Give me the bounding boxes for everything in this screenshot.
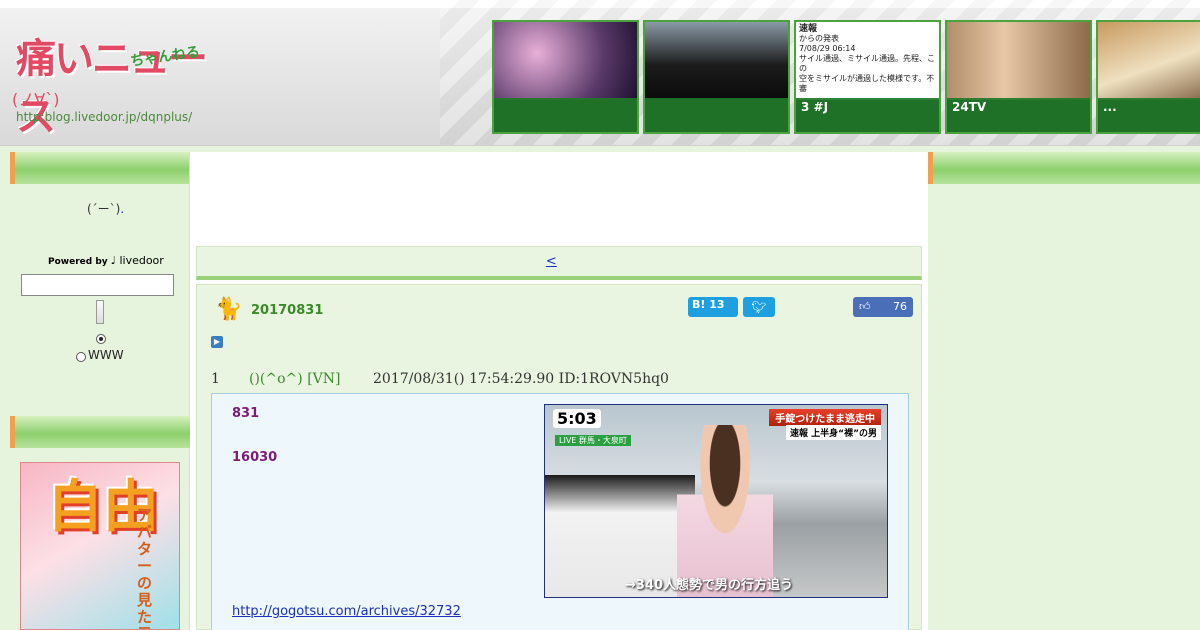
header-thumbnail[interactable]	[643, 20, 790, 134]
thumbnail-label	[645, 98, 788, 132]
radio-www-label: WWW	[88, 348, 124, 362]
reporter-image	[677, 425, 773, 597]
post-navigation: <	[196, 246, 922, 280]
thumbnail-image	[494, 22, 637, 100]
sidebar-section-header	[10, 152, 189, 184]
response-meta: 2017/08/31() 17:54:29.90 ID:1ROVN5hq0	[373, 371, 669, 387]
livedoor-logo-text: livedoor	[119, 254, 164, 267]
article: 🐈 20170831 B! 13 🐦︎ 👍︎ 76 ▶ 1 ()(^o^) [V…	[196, 284, 922, 630]
hatena-bookmark-button[interactable]: B! 13	[688, 297, 738, 317]
header-thumbnail[interactable]: 24TV	[945, 20, 1092, 134]
response-body: 831 16030 5:03 LIVE 群馬・大泉町 手錠つけたまま逃走中 速報…	[211, 393, 909, 630]
right-sidebar	[928, 152, 1200, 630]
news-live-badge: LIVE 群馬・大泉町	[555, 435, 631, 446]
site-header: 痛いニュース ちゃんねる (ノ∀`) http:blog.livedoor.jp…	[0, 0, 1200, 146]
twitter-icon: 🐦︎	[751, 300, 767, 314]
sidebar-ad-banner[interactable]: 自由 アバターの見た目	[20, 462, 180, 630]
face-icon-link[interactable]: .	[120, 202, 124, 216]
source-link[interactable]: http://gogotsu.com/archives/32732	[232, 604, 461, 619]
thumbnail-image-line: サイル通過、ミサイル通過。先程、この	[799, 54, 935, 73]
face-icon: (´ー`).	[87, 200, 124, 217]
sidebar-section-2	[10, 416, 190, 448]
header-thumbnail[interactable]: ...	[1096, 20, 1200, 134]
response-name: ()(^o^) [VN]	[249, 371, 341, 387]
powered-by-text: Powered by	[48, 257, 108, 267]
thumbnail-image-title: 速報	[799, 24, 818, 34]
radio-www-search[interactable]	[76, 352, 86, 362]
post-date: 20170831	[251, 303, 324, 318]
news-image[interactable]: 5:03 LIVE 群馬・大泉町 手錠つけたまま逃走中 速報 上半身“裸”の男 …	[544, 404, 888, 598]
hatena-count: 13	[709, 298, 725, 311]
thumbnail-label: 3 #J	[796, 98, 939, 132]
sidebar-section-header	[928, 152, 1200, 184]
thumbnail-image	[645, 22, 788, 100]
thumbnail-label: 24TV	[947, 98, 1090, 132]
thumbnail-image	[947, 22, 1090, 100]
search-button[interactable]	[96, 300, 104, 324]
header-thumbnail[interactable]	[492, 20, 639, 134]
banner-subtitle: アバターの見た目	[137, 506, 153, 630]
livedoor-logo[interactable]: ♩ livedoor	[111, 254, 164, 267]
powered-by-label: Powered by ♩ livedoor	[48, 254, 164, 267]
logo-face: (ノ∀`)	[12, 90, 60, 109]
left-sidebar: (´ー`). Powered by ♩ livedoor WWW 自由 アバター…	[10, 152, 190, 630]
header-thumbnail-strip: 速報 からの発表 7/08/29 06:14 サイル通過、ミサイル通過。先程、こ…	[492, 20, 1200, 134]
thumbnail-image	[1098, 22, 1200, 100]
thumbnail-label: ...	[1098, 98, 1200, 132]
like-button[interactable]: 👍︎ 76	[853, 297, 913, 317]
like-count: 76	[893, 300, 907, 313]
sidebar-section-header	[10, 416, 190, 448]
face-icon-glyph: (´ー`)	[87, 202, 121, 216]
thumbnail-image: 速報 からの発表 7/08/29 06:14 サイル通過、ミサイル通過。先程、こ…	[796, 22, 939, 100]
prev-post-link[interactable]: <	[546, 254, 557, 269]
twitter-share-button[interactable]: 🐦︎	[743, 297, 775, 317]
header-thumbnail[interactable]: 速報 からの発表 7/08/29 06:14 サイル通過、ミサイル通過。先程、こ…	[794, 20, 941, 134]
thumbnail-image-line: 7/08/29 06:14	[799, 44, 856, 53]
hatena-label: B!	[692, 298, 706, 311]
radio-blog-search[interactable]	[96, 334, 106, 344]
news-time: 5:03	[553, 409, 601, 428]
search-input[interactable]	[21, 274, 174, 296]
response-number: 1	[211, 371, 220, 387]
thumbnail-label	[494, 98, 637, 132]
thumbnail-image-line: 空をミサイルが通過した模様です。不審	[799, 74, 935, 93]
logo-title: 痛いニュース	[16, 36, 208, 140]
news-caption-main: 手錠つけたまま逃走中	[769, 409, 881, 426]
news-caption-sub: 速報 上半身“裸”の男	[786, 425, 881, 440]
response-line: 831	[232, 406, 260, 421]
site-logo[interactable]: 痛いニュース ちゃんねる (ノ∀`) http:blog.livedoor.jp…	[10, 22, 240, 140]
news-caption-bottom: →340人態勢で男の行方追う	[625, 578, 794, 593]
response-line: 16030	[232, 450, 278, 465]
thumbs-up-icon: 👍︎	[859, 300, 871, 313]
thumbnail-image-line: からの発表	[799, 34, 839, 43]
logo-url: http:blog.livedoor.jp/dqnplus/	[16, 110, 193, 124]
post-author-icon: 🐈	[215, 297, 243, 322]
play-icon[interactable]: ▶	[211, 336, 223, 348]
main-content: < 🐈 20170831 B! 13 🐦︎ 👍︎ 76 ▶ 1 ()(^o^) …	[190, 152, 928, 630]
